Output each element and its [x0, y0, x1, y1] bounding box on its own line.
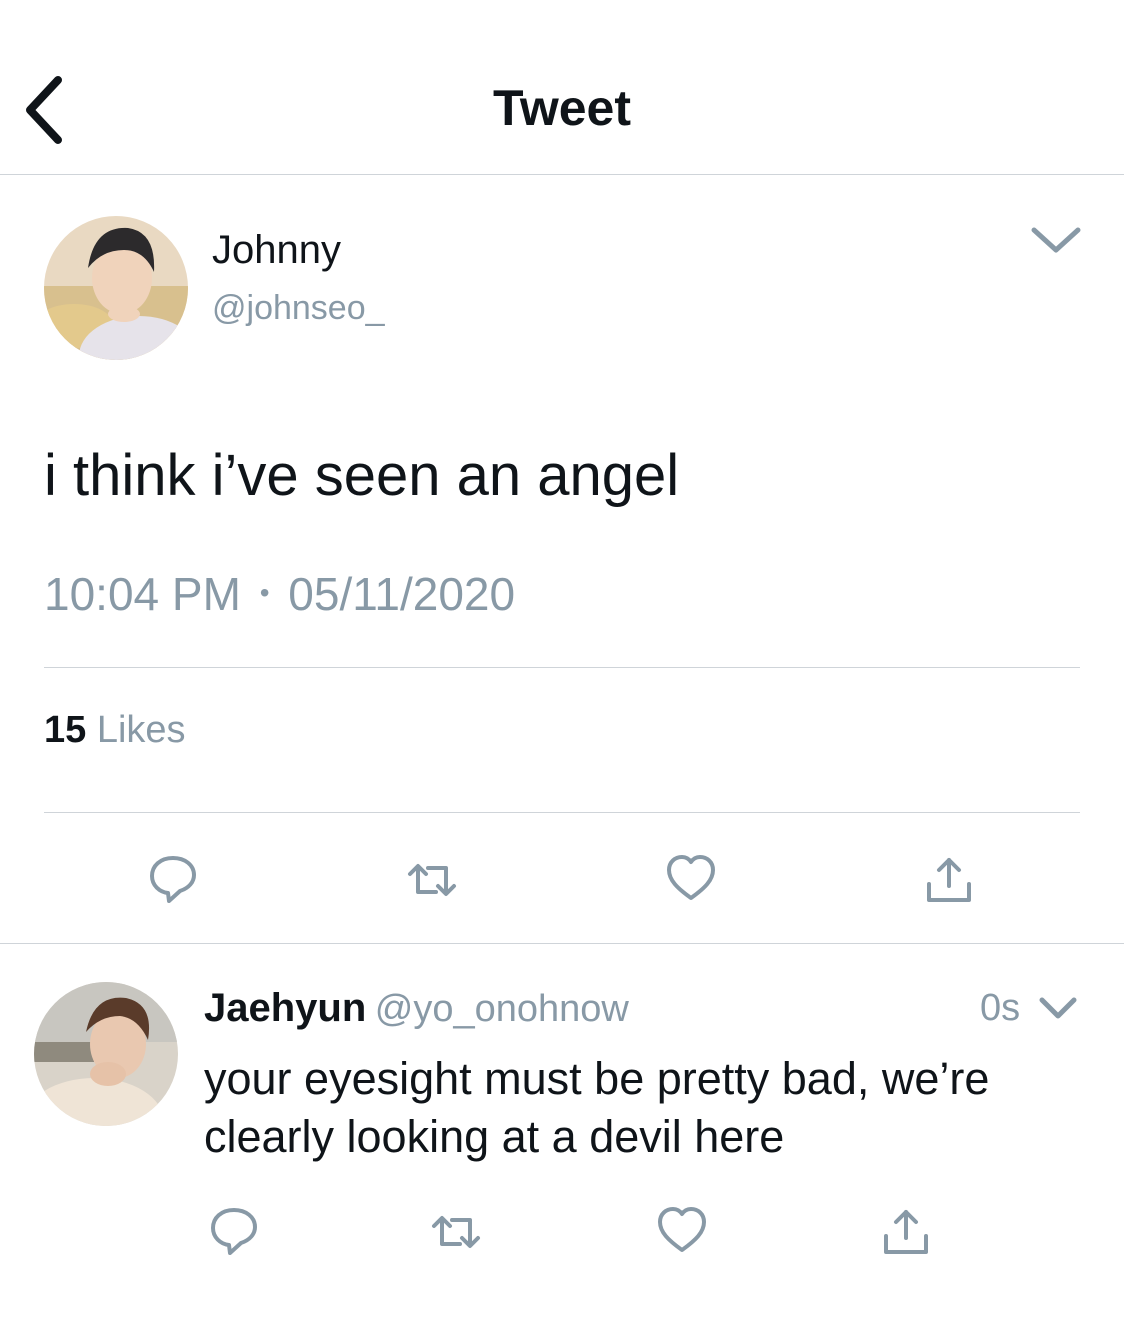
reply-avatar[interactable]: [34, 982, 178, 1126]
author-handle[interactable]: @johnseo_: [212, 287, 385, 329]
like-icon: [658, 1207, 706, 1252]
reply-share-button[interactable]: [876, 1202, 936, 1262]
page-title: Tweet: [493, 80, 631, 136]
reply-reply-button[interactable]: [204, 1200, 264, 1260]
tweet-timestamp: 10:04 PM • 05/11/2020: [44, 566, 515, 629]
share-icon: [927, 858, 971, 902]
reply-divider: [0, 943, 1124, 944]
chevron-down-icon: [1039, 997, 1077, 1019]
reply-author-handle[interactable]: @yo_onohnow: [375, 988, 629, 1030]
reply-time: 0s: [980, 987, 1021, 1029]
likes-stat[interactable]: 15 Likes: [44, 708, 186, 752]
retweet-icon: [408, 864, 456, 896]
like-button[interactable]: [661, 848, 721, 908]
stats-divider-top: [44, 667, 1080, 668]
like-icon: [667, 855, 715, 900]
tweet-date: 05/11/2020: [288, 568, 516, 620]
retweet-button[interactable]: [402, 850, 462, 910]
reply-icon: [150, 856, 196, 903]
reply-text: your eyesight must be pretty bad, we’re …: [204, 1050, 989, 1166]
tweet-text: i think i’ve seen an angel: [44, 443, 680, 508]
likes-count: 15: [44, 709, 87, 751]
reply-text-line: your eyesight must be pretty bad, we’re: [204, 1053, 990, 1104]
author-name[interactable]: Johnny: [212, 226, 341, 274]
share-icon: [884, 1210, 928, 1254]
stats-divider-bottom: [44, 812, 1080, 813]
reply-text-line: clearly looking at a devil here: [204, 1111, 785, 1162]
avatar[interactable]: [44, 216, 188, 360]
reply-header: Jaehyun @yo_onohnow: [204, 984, 629, 1041]
tweet-menu-button[interactable]: [1028, 216, 1084, 262]
reply-button[interactable]: [143, 848, 203, 908]
share-button[interactable]: [919, 850, 979, 910]
timestamp-separator: •: [259, 577, 270, 608]
reply-menu-button[interactable]: [1036, 988, 1080, 1028]
header-divider: [0, 174, 1124, 175]
likes-label: Likes: [96, 709, 186, 751]
tweet-time: 10:04 PM: [44, 568, 241, 620]
reply-icon: [211, 1208, 257, 1255]
retweet-icon: [432, 1216, 480, 1248]
reply-author-name[interactable]: Jaehyun: [204, 986, 366, 1030]
reply-like-button[interactable]: [652, 1200, 712, 1260]
reply-retweet-button[interactable]: [426, 1202, 486, 1262]
chevron-down-icon: [1031, 227, 1081, 253]
